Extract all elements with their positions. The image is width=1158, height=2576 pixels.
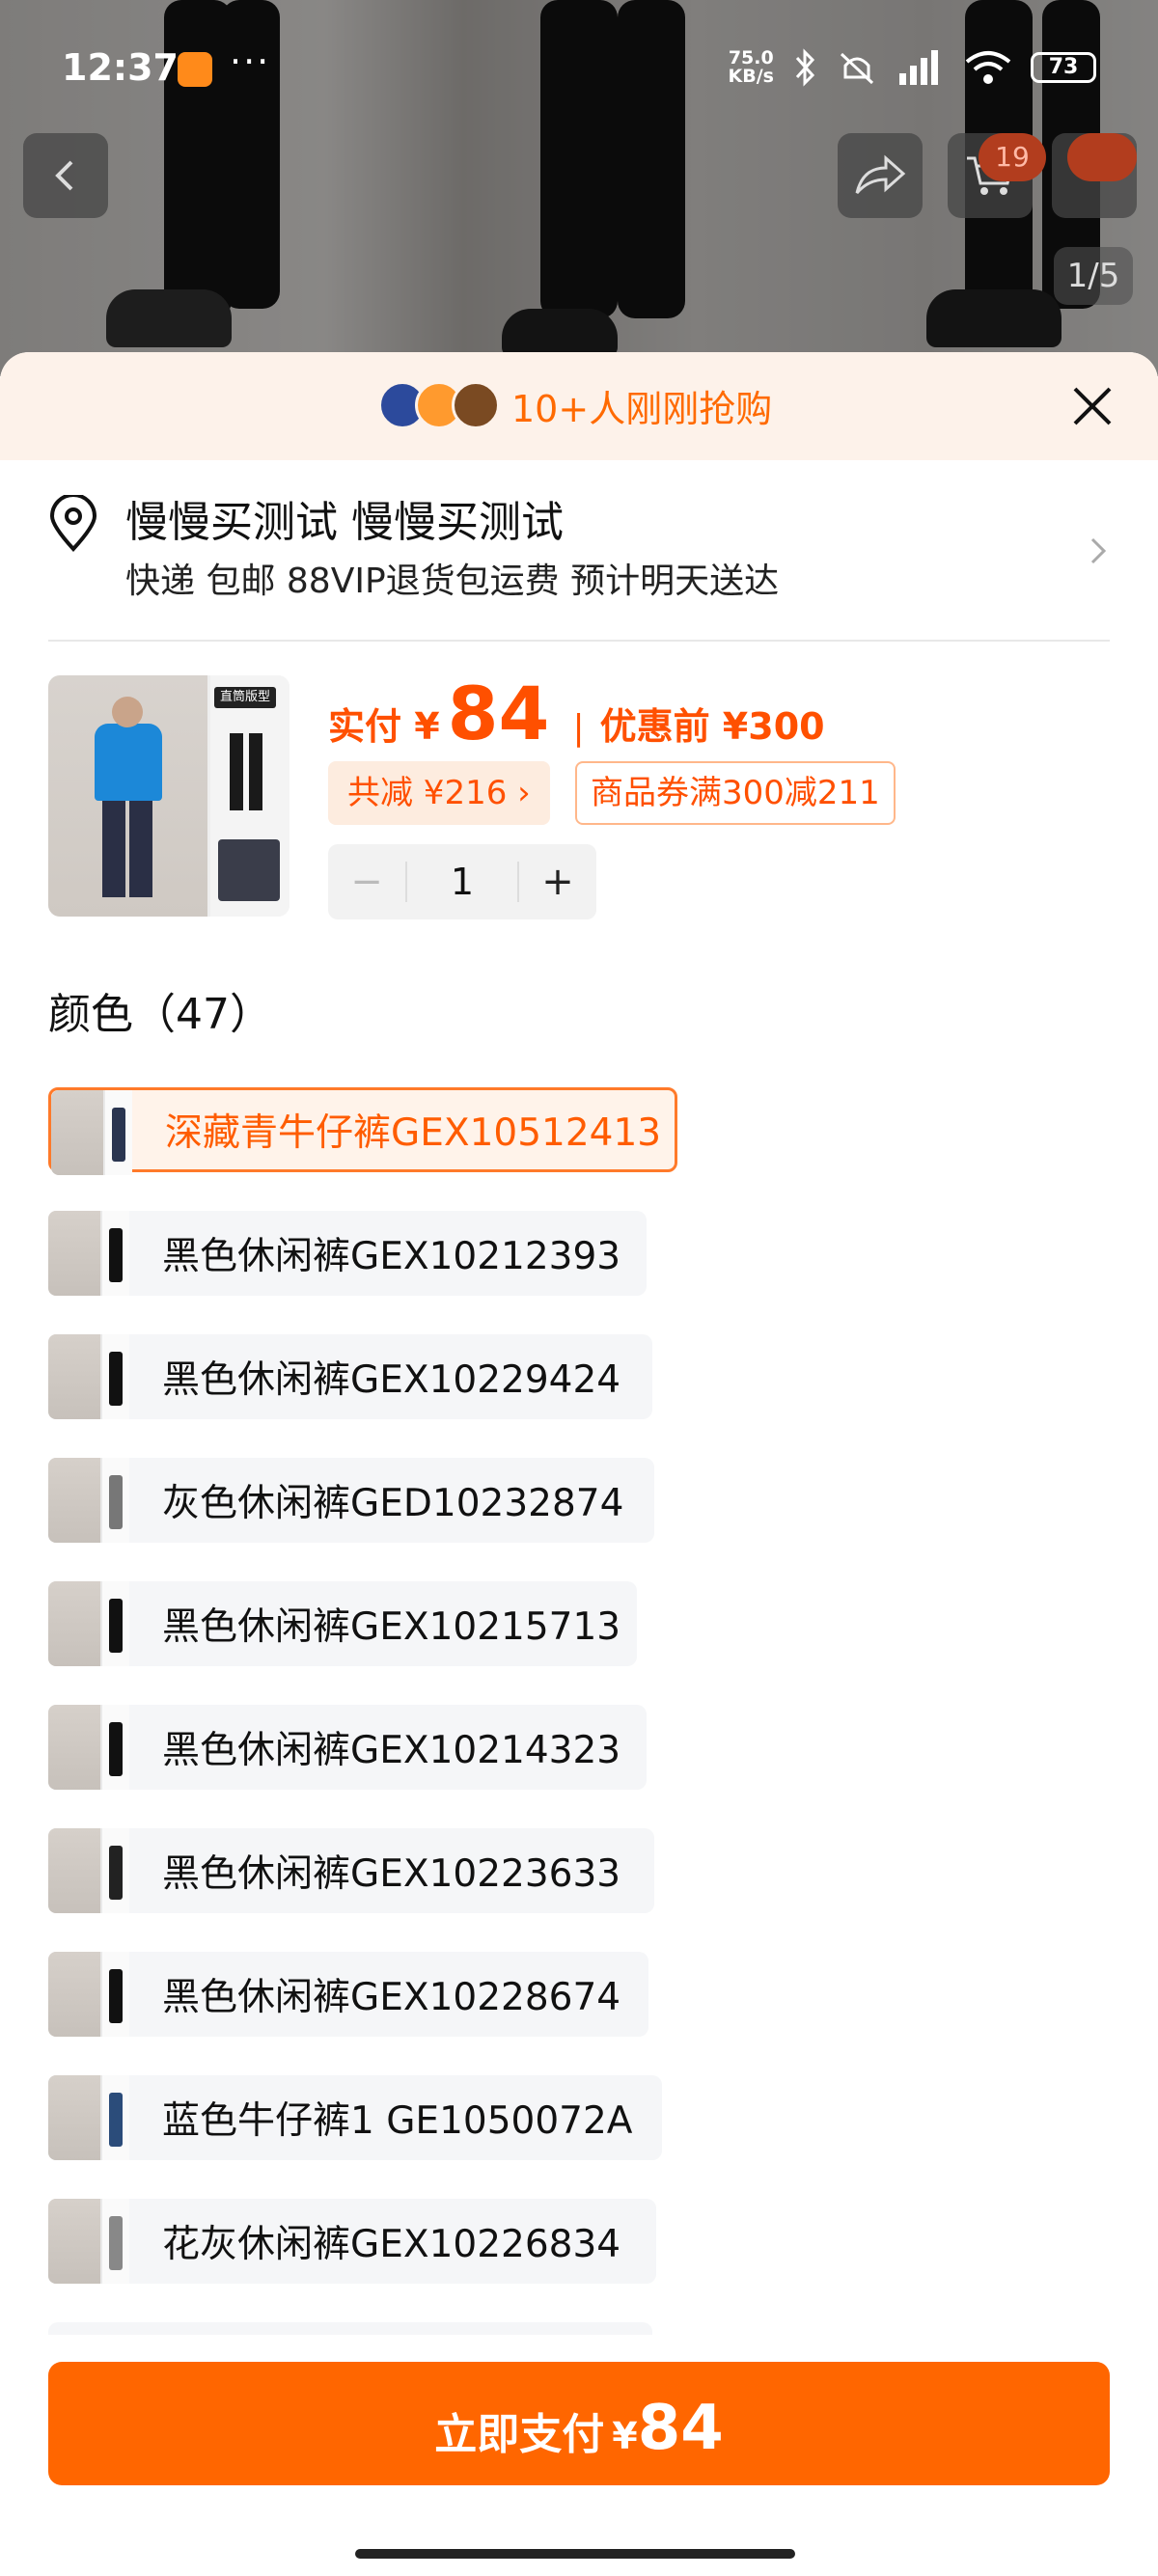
wifi-icon	[965, 51, 1011, 84]
avatar	[452, 381, 500, 429]
color-option[interactable]: 灰色休闲裤GED10232874	[48, 1458, 654, 1543]
product-detail-strip	[210, 675, 290, 917]
color-option-thumbnail	[48, 1334, 129, 1419]
network-speed: 75.0 KB/s	[729, 49, 774, 86]
purchase-banner: 10+人刚刚抢购	[0, 352, 1158, 460]
price-row: 实付 ¥ 84 | 优惠前 ¥300	[328, 671, 825, 756]
discount-detail-chip[interactable]: 共减 ¥216 ›	[328, 761, 550, 825]
increase-button[interactable]: +	[519, 860, 596, 904]
color-option[interactable]: 黑色休闲裤GEX10228674	[48, 1952, 648, 2037]
color-option-label: 蓝色牛仔裤1 GE1050072A	[162, 2099, 633, 2143]
buyer-avatars	[378, 381, 500, 429]
home-indicator	[355, 2549, 795, 2559]
status-time: 12:37	[62, 46, 179, 89]
color-option[interactable]: 深藏青牛仔裤GEX10512413	[48, 1087, 677, 1175]
sku-selector-sheet: 10+人刚刚抢购 慢慢买测试 慢慢买测试 快递 包邮 88VIP退货包运费 预计…	[0, 352, 1158, 2576]
pay-label: 立即支付	[434, 2410, 605, 2459]
bottom-bar: 立即支付 ¥ 84	[0, 2335, 1158, 2576]
cart-count-badge: 19	[979, 133, 1046, 181]
delivery-address[interactable]: 慢慢买测试 慢慢买测试 快递 包邮 88VIP退货包运费 预计明天送达	[48, 487, 1110, 642]
color-option-thumbnail	[48, 1828, 129, 1913]
color-option-thumbnail	[48, 1581, 129, 1666]
recent-purchase-text: 10+人刚刚抢购	[511, 388, 773, 430]
quantity-stepper: − 1 +	[328, 844, 596, 919]
color-option[interactable]: 花灰休闲裤GEX10226834	[48, 2199, 656, 2284]
network-speed-unit: KB/s	[728, 66, 774, 87]
color-option[interactable]: 蓝色牛仔裤1 GE1050072A	[48, 2075, 662, 2160]
bluetooth-icon	[795, 48, 815, 87]
color-option-label: 黑色休闲裤GEX10214323	[162, 1729, 621, 1772]
price-prefix: 实付 ¥	[328, 705, 440, 748]
quantity-value[interactable]: 1	[405, 862, 519, 902]
color-option-label: 深藏青牛仔裤GEX10512413	[165, 1111, 662, 1155]
color-section-title: 颜色（47）	[48, 990, 272, 1039]
color-option[interactable]: 黑色休闲裤GEX10229424	[48, 1334, 652, 1419]
color-option-label: 黑色休闲裤GEX10223633	[162, 1852, 621, 1896]
color-option-thumbnail	[48, 1211, 129, 1296]
color-option[interactable]: 黑色休闲裤GEX10223633	[48, 1828, 654, 1913]
address-name: 慢慢买测试 慢慢买测试	[125, 498, 564, 547]
pay-amount: 84	[637, 2393, 724, 2464]
color-option-thumbnail	[48, 1952, 129, 2037]
close-icon[interactable]	[1065, 379, 1119, 433]
color-option-label: 黑色休闲裤GEX10228674	[162, 1976, 621, 2019]
color-option-thumbnail	[48, 1458, 129, 1543]
back-button[interactable]	[23, 133, 108, 218]
color-option-label: 花灰休闲裤GEX10226834	[162, 2223, 621, 2266]
color-option-label: 黑色休闲裤GEX10215713	[162, 1605, 621, 1649]
pay-currency: ¥	[612, 2415, 638, 2457]
color-option[interactable]: 黑色休闲裤GEX10215713	[48, 1581, 637, 1666]
original-price: 优惠前 ¥300	[599, 705, 825, 748]
coupon-chip[interactable]: 商品券满300减211	[575, 761, 896, 825]
product-thumbnail[interactable]: 直筒版型	[48, 675, 290, 917]
divider	[48, 640, 1110, 642]
pay-now-button[interactable]: 立即支付 ¥ 84	[48, 2362, 1110, 2485]
decrease-button[interactable]: −	[328, 860, 405, 904]
more-badge	[1067, 133, 1137, 181]
color-option-thumbnail	[51, 1090, 132, 1175]
color-option-label: 黑色休闲裤GEX10212393	[162, 1235, 621, 1278]
mute-icon	[840, 52, 874, 85]
status-bar: 12:37 ··· 75.0 KB/s 73	[0, 0, 1158, 135]
app-notification-icon	[178, 52, 212, 87]
battery-indicator: 73	[1031, 52, 1096, 83]
delivery-info: 快递 包邮 88VIP退货包运费 预计明天送达	[125, 562, 780, 601]
final-price: 84	[447, 671, 550, 756]
color-option-thumbnail	[48, 2199, 129, 2284]
back-arrow-icon	[55, 160, 73, 191]
more-notifications-icon: ···	[230, 41, 271, 83]
signal-icon	[899, 50, 938, 85]
model-photo	[48, 675, 207, 917]
color-option-thumbnail	[48, 2075, 129, 2160]
color-option-label: 灰色休闲裤GED10232874	[162, 1482, 624, 1525]
color-option-label: 黑色休闲裤GEX10229424	[162, 1358, 621, 1402]
color-option[interactable]: 黑色休闲裤GEX10212393	[48, 1211, 647, 1296]
image-page-indicator: 1/5	[1054, 247, 1133, 305]
location-pin-icon	[49, 495, 97, 552]
share-icon	[855, 154, 906, 195]
price-separator: |	[572, 708, 585, 748]
color-option-thumbnail	[48, 1705, 129, 1790]
color-option[interactable]: 黑色休闲裤GEX10214323	[48, 1705, 647, 1790]
chevron-right-icon	[1090, 537, 1107, 564]
product-fit-tag: 直筒版型	[214, 687, 277, 708]
share-button[interactable]	[838, 133, 923, 218]
